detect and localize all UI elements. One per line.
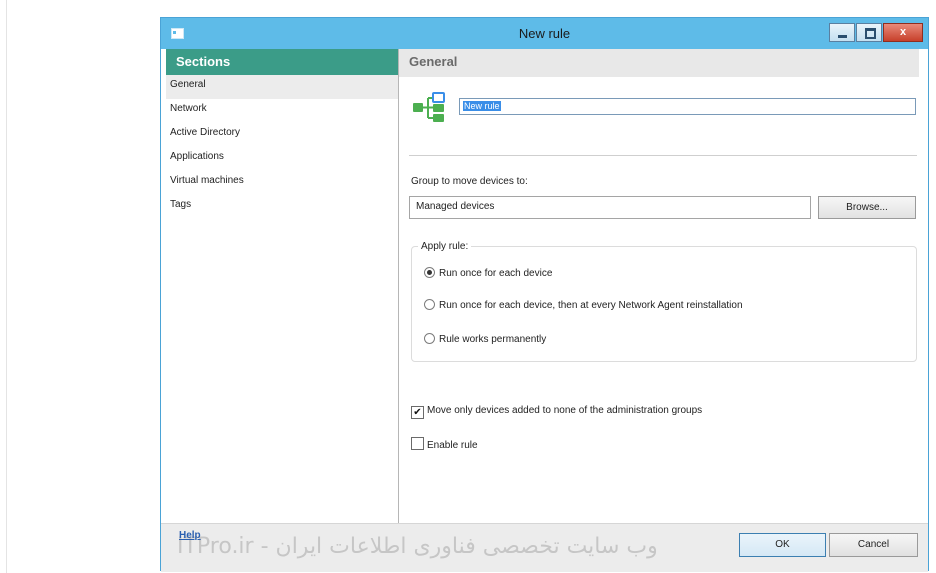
minimize-button[interactable] [829, 23, 855, 42]
close-button[interactable]: x [883, 23, 923, 42]
page-divider [6, 0, 7, 573]
sidebar-item-tags[interactable]: Tags [166, 195, 398, 219]
radio-run-once[interactable]: Run once for each device [424, 267, 552, 280]
group-field[interactable]: Managed devices [409, 196, 811, 219]
checkbox-checked-icon[interactable]: ✔ [411, 406, 424, 419]
checkbox-label: Move only devices added to none of the a… [427, 405, 703, 416]
apply-rule-group: Apply rule: Run once for each device Run… [411, 241, 917, 362]
new-rule-dialog: New rule x Sections General Network Acti… [160, 17, 929, 572]
watermark-text: ITPro.ir - وب سایت تخصصی فناوری اطلاعات … [177, 534, 658, 559]
radio-label: Run once for each device, then at every … [439, 300, 743, 311]
radio-label: Rule works permanently [439, 334, 547, 345]
maximize-button[interactable] [856, 23, 882, 42]
separator [409, 155, 917, 156]
window-title: New rule [518, 26, 571, 41]
sidebar-item-applications[interactable]: Applications [166, 147, 398, 171]
dialog-footer: ITPro.ir - وب سایت تخصصی فناوری اطلاعات … [161, 523, 928, 572]
sidebar-item-general[interactable]: General [166, 75, 398, 99]
panel-title: General [399, 49, 919, 77]
sections-sidebar: Sections General Network Active Director… [166, 49, 399, 523]
rule-name-value: New rule [463, 101, 501, 111]
sidebar-item-active-directory[interactable]: Active Directory [166, 123, 398, 147]
radio-permanent[interactable]: Rule works permanently [424, 333, 546, 346]
help-link[interactable]: Help [179, 530, 201, 541]
sidebar-item-virtual-machines[interactable]: Virtual machines [166, 171, 398, 195]
general-panel: General New rule Group to move devices t… [399, 49, 919, 523]
move-only-unassigned-checkbox[interactable]: ✔ Move only devices added to none of the … [411, 405, 702, 419]
sections-header: Sections [166, 49, 398, 75]
checkbox-icon[interactable] [411, 437, 424, 450]
checkbox-label: Enable rule [427, 440, 478, 451]
browse-button[interactable]: Browse... [818, 196, 916, 219]
enable-rule-checkbox[interactable]: Enable rule [411, 437, 478, 452]
radio-icon[interactable] [424, 299, 435, 310]
sidebar-item-network[interactable]: Network [166, 99, 398, 123]
radio-icon[interactable] [424, 333, 435, 344]
close-icon: x [899, 26, 907, 38]
cancel-button[interactable]: Cancel [829, 533, 918, 557]
group-label: Group to move devices to: [411, 176, 528, 187]
ok-button[interactable]: OK [739, 533, 826, 557]
radio-label: Run once for each device [439, 268, 553, 279]
apply-rule-legend: Apply rule: [418, 241, 472, 252]
title-bar[interactable]: New rule x [161, 18, 928, 49]
rule-icon [413, 92, 445, 122]
radio-selected-icon[interactable] [424, 267, 435, 278]
radio-run-once-reinstall[interactable]: Run once for each device, then at every … [424, 299, 743, 312]
rule-name-input[interactable]: New rule [459, 98, 916, 115]
